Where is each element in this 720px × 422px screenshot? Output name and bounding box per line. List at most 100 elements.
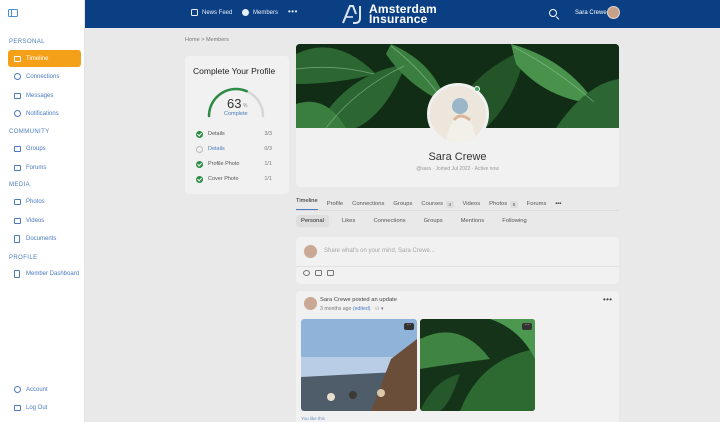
user-avatar[interactable] bbox=[607, 6, 620, 19]
post-options-button[interactable]: ••• bbox=[603, 295, 612, 304]
sidebar-item-timeline[interactable]: Timeline bbox=[8, 50, 81, 67]
tabs-divider bbox=[296, 210, 619, 211]
profile-avatar-image bbox=[430, 86, 486, 142]
subtab-connections[interactable]: Connections bbox=[368, 215, 410, 227]
bell-icon bbox=[13, 110, 21, 118]
tab-courses-label: Courses bbox=[421, 201, 443, 207]
photos-icon bbox=[13, 198, 21, 206]
completion-item-label: Details bbox=[208, 131, 225, 137]
sidebar-item-groups[interactable]: Groups bbox=[8, 140, 81, 157]
likes-summary[interactable]: You like this bbox=[301, 416, 325, 421]
gear-icon bbox=[13, 386, 21, 394]
completion-item[interactable]: Cover Photo 1/1 bbox=[196, 174, 276, 184]
tab-forums[interactable]: Forums bbox=[527, 198, 547, 210]
sidebar-item-label: Member Dashboard bbox=[26, 270, 80, 277]
post-timestamp: 3 months ago (edited) ⚇ ▾ bbox=[320, 306, 384, 312]
attachment-icon[interactable] bbox=[327, 270, 334, 276]
completion-item-count: 1/1 bbox=[264, 161, 272, 167]
profile-avatar[interactable] bbox=[427, 83, 489, 145]
subtab-mentions[interactable]: Mentions bbox=[456, 215, 490, 227]
search-icon[interactable] bbox=[549, 9, 557, 17]
sidebar-item-label: Forums bbox=[26, 164, 47, 171]
sidebar-item-account[interactable]: Account bbox=[8, 381, 81, 398]
top-bar: News Feed Members ••• Amsterdam Insuranc… bbox=[85, 0, 720, 28]
completion-item-count: 3/3 bbox=[264, 131, 272, 137]
amsterdam-insurance-logo-icon bbox=[342, 5, 361, 24]
post-photo-coast[interactable] bbox=[301, 319, 417, 411]
completion-percent: 63 bbox=[227, 96, 242, 111]
check-icon bbox=[196, 130, 203, 138]
post-edited-label: (edited) bbox=[352, 306, 371, 312]
members-link[interactable]: Members bbox=[242, 9, 278, 16]
sidebar-item-forums[interactable]: Forums bbox=[8, 159, 81, 176]
sidebar-item-log-out[interactable]: Log Out bbox=[8, 399, 81, 416]
news-feed-link[interactable]: News Feed bbox=[191, 9, 232, 16]
subtab-likes[interactable]: Likes bbox=[337, 215, 361, 227]
completion-item[interactable]: Details 0/3 bbox=[196, 144, 276, 154]
completion-label: Complete bbox=[224, 111, 248, 117]
tab-courses[interactable]: Courses 4 bbox=[421, 198, 454, 210]
groups-icon bbox=[13, 145, 21, 153]
video-icon[interactable] bbox=[315, 270, 322, 276]
composer-input[interactable]: Share what's on your mind, Sara Crewe... bbox=[324, 248, 435, 254]
sidebar-item-documents[interactable]: Documents bbox=[8, 230, 81, 247]
subtab-personal[interactable]: Personal bbox=[296, 215, 329, 227]
tab-more-button[interactable]: ••• bbox=[555, 198, 561, 210]
courses-count-badge: 4 bbox=[445, 200, 454, 208]
user-name[interactable]: Sara Crewe bbox=[575, 10, 607, 16]
subtab-following[interactable]: Following bbox=[497, 215, 532, 227]
photo-options-button[interactable]: ··· bbox=[522, 323, 532, 330]
photos-count-badge: 5 bbox=[510, 200, 518, 208]
sidebar-item-label: Log Out bbox=[26, 404, 48, 411]
unchecked-circle-icon bbox=[196, 145, 203, 153]
profile-tabs: Timeline Profile Connections Groups Cour… bbox=[296, 198, 570, 210]
sidebar-item-label: Photos bbox=[26, 198, 45, 205]
documents-icon bbox=[13, 234, 21, 243]
more-menu-button[interactable]: ••• bbox=[288, 7, 298, 16]
profile-meta: @sara · Joined Jul 2022 · Active now bbox=[416, 166, 499, 172]
post-author-avatar[interactable] bbox=[303, 296, 318, 311]
sidebar-item-label: Connections bbox=[26, 73, 60, 80]
sidebar-item-label: Timeline bbox=[26, 55, 49, 62]
completion-item-count: 0/3 bbox=[264, 146, 272, 152]
tab-timeline[interactable]: Timeline bbox=[296, 198, 318, 210]
subtab-groups[interactable]: Groups bbox=[419, 215, 448, 227]
sidebar-item-label: Videos bbox=[26, 217, 45, 224]
completion-item[interactable]: Profile Photo 1/1 bbox=[196, 159, 276, 169]
completion-item-label: Cover Photo bbox=[208, 176, 239, 182]
completion-item-label: Profile Photo bbox=[208, 161, 240, 167]
post-composer[interactable] bbox=[296, 237, 619, 284]
globe-icon[interactable]: ⚇ bbox=[375, 306, 380, 312]
section-community: COMMUNITY bbox=[9, 129, 50, 135]
news-feed-icon bbox=[191, 9, 198, 16]
tab-connections[interactable]: Connections bbox=[352, 198, 384, 210]
post-author-line[interactable]: Sara Crewe posted an update bbox=[320, 297, 397, 303]
tab-photos[interactable]: Photos 5 bbox=[489, 198, 518, 210]
dashboard-icon bbox=[13, 269, 21, 278]
section-profile: PROFILE bbox=[9, 255, 38, 261]
post-time-text: 3 months ago bbox=[320, 306, 352, 312]
completion-title: Complete Your Profile bbox=[193, 66, 276, 76]
camera-icon[interactable] bbox=[303, 270, 310, 276]
sidebar-item-photos[interactable]: Photos bbox=[8, 193, 81, 210]
sidebar-item-connections[interactable]: Connections bbox=[8, 68, 81, 85]
check-icon bbox=[196, 175, 203, 183]
photo-options-button[interactable]: ··· bbox=[404, 323, 414, 330]
brand-logo-text[interactable]: Amsterdam Insurance bbox=[369, 3, 437, 25]
sidebar-item-notifications[interactable]: Notifications bbox=[8, 105, 81, 122]
sidebar-toggle-icon[interactable] bbox=[8, 9, 18, 17]
privacy-dropdown[interactable]: ▾ bbox=[381, 306, 384, 312]
sidebar-item-videos[interactable]: Videos bbox=[8, 212, 81, 229]
section-personal: PERSONAL bbox=[9, 39, 45, 45]
completion-item[interactable]: Details 3/3 bbox=[196, 129, 276, 139]
tab-videos[interactable]: Videos bbox=[463, 198, 481, 210]
sidebar-item-messages[interactable]: Messages bbox=[8, 87, 81, 104]
sidebar-item-label: Notifications bbox=[26, 110, 59, 117]
tab-groups[interactable]: Groups bbox=[393, 198, 412, 210]
check-icon bbox=[196, 160, 203, 168]
post-photo-leaves[interactable] bbox=[420, 319, 535, 411]
completion-item-count: 1/1 bbox=[264, 176, 272, 182]
sidebar-item-member-dashboard[interactable]: Member Dashboard bbox=[8, 265, 81, 282]
online-status-indicator bbox=[474, 86, 480, 92]
tab-profile[interactable]: Profile bbox=[327, 198, 343, 210]
